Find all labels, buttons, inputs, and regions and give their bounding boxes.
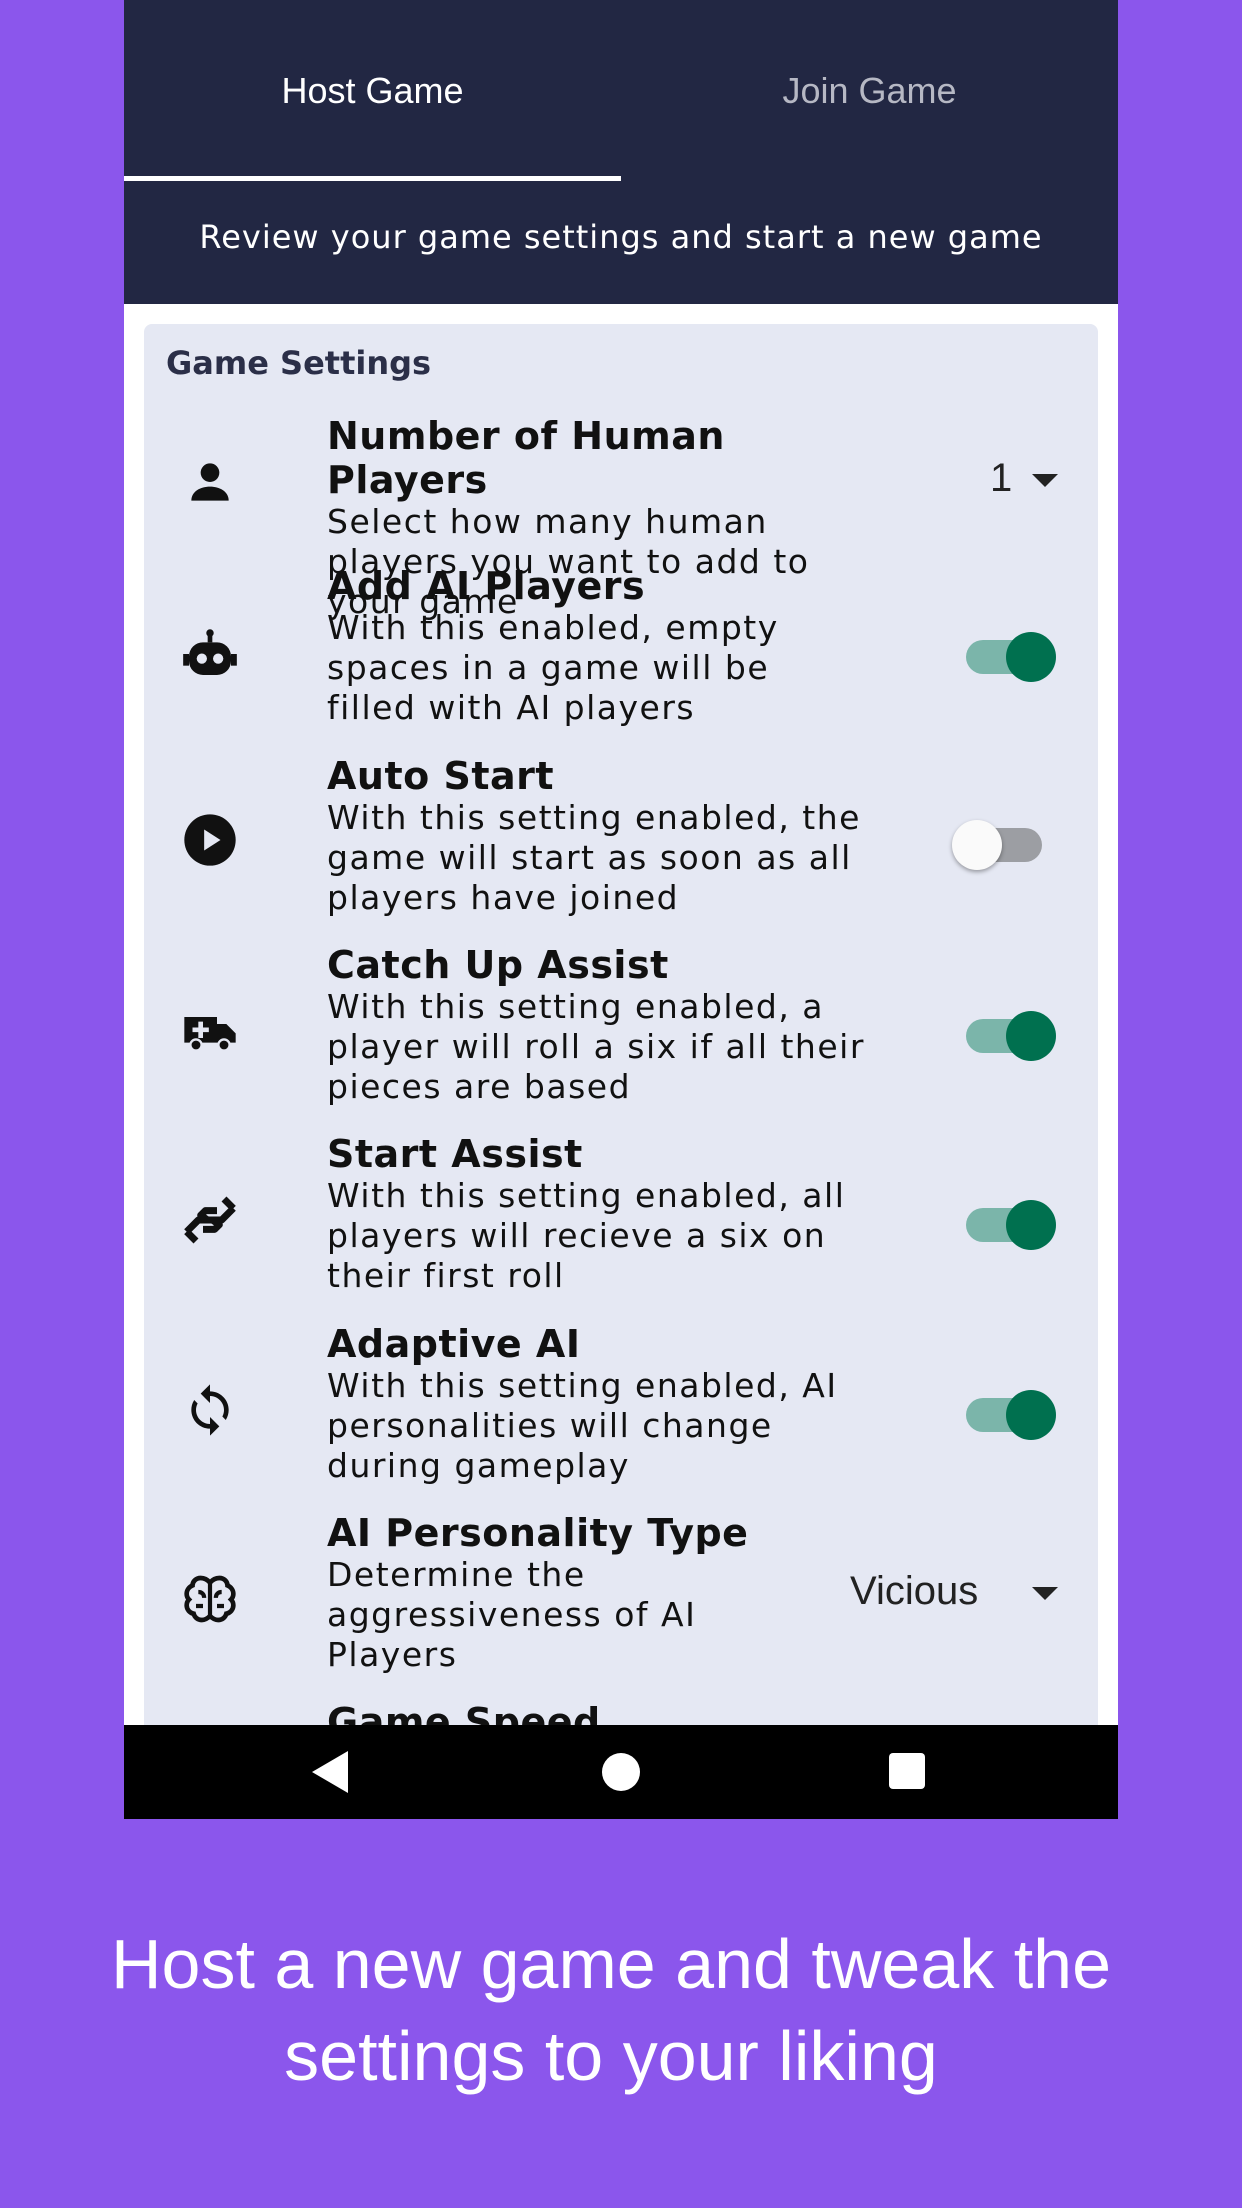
toggle-thumb	[1006, 1011, 1056, 1061]
recent-apps-icon[interactable]	[889, 1753, 925, 1789]
play-circle-icon	[182, 812, 238, 868]
brain-icon	[182, 1571, 238, 1627]
setting-description: With this setting enabled, AI personalit…	[327, 1366, 838, 1485]
setting-title: Adaptive AI	[327, 1322, 581, 1366]
toggle-thumb	[952, 820, 1002, 870]
caret-down-icon	[1032, 474, 1058, 487]
setting-text: Catch Up Assist With this setting enable…	[327, 943, 867, 1107]
catch-up-assist-toggle[interactable]	[960, 1007, 1056, 1061]
card-title: Game Settings	[166, 344, 432, 382]
setting-text: Start Assist With this setting enabled, …	[327, 1132, 867, 1296]
caret-down-icon	[1032, 1587, 1058, 1600]
setting-text: AI Personality Type Determine the aggres…	[327, 1511, 867, 1675]
sync-icon	[182, 1382, 238, 1438]
page-subtitle: Review your game settings and start a ne…	[199, 218, 1043, 256]
ambulance-icon	[182, 1003, 238, 1059]
page-title: New Game	[124, 0, 1118, 10]
setting-adaptive-ai: Adaptive AI With this setting enabled, A…	[144, 1322, 1098, 1502]
robot-icon	[182, 626, 238, 682]
setting-catch-up-assist: Catch Up Assist With this setting enable…	[144, 943, 1098, 1123]
helping-hands-icon	[182, 1192, 238, 1248]
auto-start-toggle[interactable]	[952, 816, 1046, 870]
active-tab-indicator	[124, 176, 621, 181]
setting-title: Catch Up Assist	[327, 943, 669, 987]
person-icon	[182, 454, 238, 510]
add-ai-players-toggle[interactable]	[960, 628, 1056, 682]
setting-description: With this setting enabled, a player will…	[327, 987, 865, 1106]
start-assist-toggle[interactable]	[960, 1196, 1056, 1250]
setting-title: Start Assist	[327, 1132, 583, 1176]
home-icon[interactable]	[602, 1753, 640, 1791]
game-settings-card: Game Settings Number of Human Players Se…	[144, 324, 1098, 1819]
setting-title: AI Personality Type	[327, 1511, 749, 1555]
setting-start-assist: Start Assist With this setting enabled, …	[144, 1132, 1098, 1312]
adaptive-ai-toggle[interactable]	[960, 1386, 1056, 1440]
dropdown-value: Vicious	[850, 1569, 979, 1613]
dropdown-value: 1	[990, 456, 1013, 500]
setting-description: Determine the aggressiveness of AI Playe…	[327, 1555, 697, 1674]
setting-add-ai-players: Add AI Players With this enabled, empty …	[144, 564, 1098, 744]
setting-description: With this enabled, empty spaces in a gam…	[327, 608, 779, 727]
toggle-thumb	[1006, 1200, 1056, 1250]
setting-text: Adaptive AI With this setting enabled, A…	[327, 1322, 867, 1486]
setting-ai-personality-type: AI Personality Type Determine the aggres…	[144, 1511, 1098, 1691]
setting-description: With this setting enabled, the game will…	[327, 798, 861, 917]
setting-description: With this setting enabled, all players w…	[327, 1176, 846, 1295]
app-bar: New Game Host Game Join Game Review your…	[124, 0, 1118, 304]
setting-text: Add AI Players With this enabled, empty …	[327, 564, 867, 728]
system-nav-bar	[124, 1725, 1118, 1819]
setting-title: Add AI Players	[327, 564, 646, 608]
tab-join-game[interactable]: Join Game	[621, 62, 1118, 120]
promo-caption: Host a new game and tweak the settings t…	[110, 1925, 1112, 2095]
phone-screen: New Game Host Game Join Game Review your…	[124, 0, 1118, 1819]
toggle-thumb	[1006, 1390, 1056, 1440]
setting-title: Auto Start	[327, 754, 555, 798]
tab-host-game[interactable]: Host Game	[124, 62, 621, 120]
back-icon[interactable]	[312, 1751, 348, 1793]
setting-auto-start: Auto Start With this setting enabled, th…	[144, 754, 1098, 934]
toggle-thumb	[1006, 632, 1056, 682]
setting-title: Number of Human Players	[327, 414, 725, 502]
setting-text: Auto Start With this setting enabled, th…	[327, 754, 867, 918]
